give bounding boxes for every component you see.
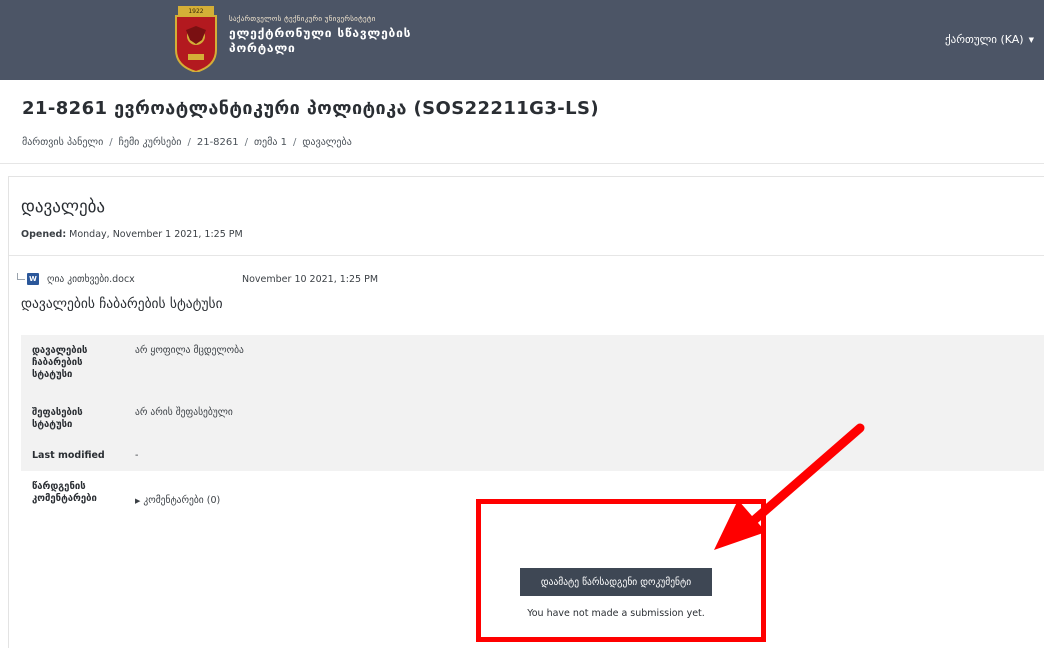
tree-connector-icon	[17, 272, 25, 280]
row-label: დავალების ჩაბარების სტატუსი	[21, 335, 127, 397]
row-value: -	[127, 440, 1044, 471]
row-value: არ არის შეფასებული	[127, 397, 1044, 440]
row-label: წარდგენის კომენტარები	[21, 471, 127, 527]
breadcrumb: მართვის პანელი / ჩემი კურსები / 21-8261 …	[22, 137, 352, 148]
crest-year: 1922	[188, 8, 203, 15]
table-row: შეფასების სტატუსი არ არის შეფასებული	[21, 397, 1044, 440]
attachment-row: W ღია კითხვები.docx November 10 2021, 1:…	[17, 272, 378, 285]
opened-date: Opened: Monday, November 1 2021, 1:25 PM	[21, 229, 243, 240]
row-label: შეფასების სტატუსი	[21, 397, 127, 440]
brand-title-line2: პორტალი	[229, 41, 296, 55]
breadcrumb-my-courses[interactable]: ჩემი კურსები	[119, 137, 182, 148]
word-document-icon: W	[27, 273, 39, 285]
breadcrumb-dashboard[interactable]: მართვის პანელი	[22, 137, 103, 148]
opened-value: Monday, November 1 2021, 1:25 PM	[69, 229, 243, 240]
top-navbar: 1922 საქართველოს ტექნიკური უნივერსიტეტი …	[0, 0, 1044, 80]
breadcrumb-separator: /	[244, 137, 249, 148]
row-label: Last modified	[21, 440, 127, 471]
page-header: 21-8261 ევროატლანტიკური პოლიტიკა (SOS222…	[0, 80, 1044, 164]
submission-status-heading: დავალების ჩაბარების სტატუსი	[21, 296, 223, 312]
brand-title-line1: ელექტრონული სწავლების	[229, 26, 412, 40]
row-value: არ ყოფილა მცდელობა	[127, 335, 1044, 397]
language-label: ქართული (KA)	[945, 33, 1024, 46]
language-menu[interactable]: ქართული (KA) ▼	[945, 33, 1034, 46]
red-arrow-icon	[714, 423, 865, 550]
table-row: დავალების ჩაბარების სტატუსი არ ყოფილა მც…	[21, 335, 1044, 397]
course-title: 21-8261 ევროატლანტიკური პოლიტიკა (SOS222…	[22, 98, 600, 119]
breadcrumb-assignment[interactable]: დავალება	[302, 137, 351, 148]
breadcrumb-separator: /	[109, 137, 113, 148]
caret-down-icon: ▼	[1028, 35, 1034, 44]
brand-university-name: საქართველოს ტექნიკური უნივერსიტეტი	[229, 15, 376, 23]
comments-toggle[interactable]: ▶ კომენტარები (0)	[135, 495, 220, 506]
triangle-right-icon: ▶	[135, 496, 141, 505]
breadcrumb-separator: /	[187, 137, 191, 148]
opened-label: Opened:	[21, 229, 67, 240]
table-row: Last modified -	[21, 440, 1044, 471]
breadcrumb-course[interactable]: 21-8261	[197, 137, 239, 148]
portal-brand[interactable]: საქართველოს ტექნიკური უნივერსიტეტი ელექტ…	[229, 15, 411, 55]
attachment-date: November 10 2021, 1:25 PM	[242, 273, 379, 285]
comments-label: კომენტარები (0)	[143, 495, 221, 506]
divider	[9, 255, 1044, 256]
assignment-title: დავალება	[21, 197, 106, 217]
breadcrumb-separator: /	[292, 137, 297, 148]
breadcrumb-topic[interactable]: თემა 1	[254, 137, 287, 148]
university-crest-logo[interactable]: 1922	[172, 6, 220, 72]
attachment-link[interactable]: ღია კითხვები.docx	[47, 274, 135, 285]
